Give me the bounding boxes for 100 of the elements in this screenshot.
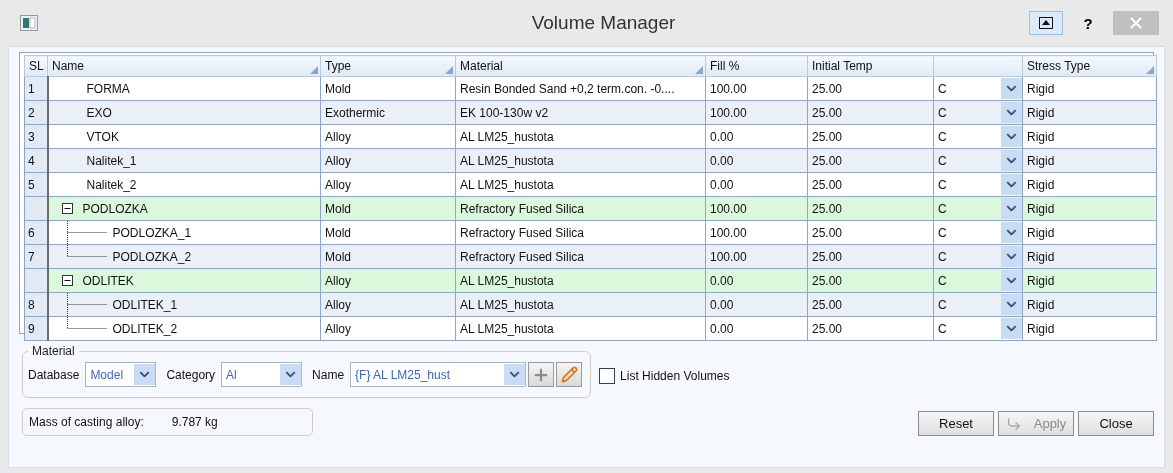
table-cell: AL LM25_hustota [455,124,706,149]
apply-icon [1005,415,1022,432]
table-cell: Rigid [1022,316,1157,341]
collapse-icon[interactable] [61,275,73,286]
unit-dropdown[interactable]: C [934,77,1022,100]
collapse-icon[interactable] [61,203,73,214]
table-cell: Rigid [1022,124,1157,149]
material-dropdown[interactable]: Model [85,362,157,387]
sort-icon [445,66,453,74]
table-cell: Rigid [1022,220,1157,245]
unit-dropdown[interactable]: C [934,197,1022,220]
row-number: 3 [24,124,48,149]
app-icon [20,15,38,31]
table-cell: Rigid [1022,100,1157,125]
collapse-button[interactable] [1029,11,1063,35]
column-header[interactable]: Fill % [705,55,808,77]
table-cell: Rigid [1022,268,1157,293]
material-dropdown[interactable]: {F} AL LM25_hust [350,362,527,387]
table-cell: Alloy [320,172,456,197]
close-button[interactable]: Close [1078,411,1154,436]
table-cell: 0.00 [705,292,808,317]
unit-dropdown[interactable]: C [934,293,1022,316]
column-header[interactable]: SL [24,55,48,77]
unit-dropdown[interactable]: C [934,317,1022,340]
row-number: 8 [24,292,48,317]
checkbox-label: List Hidden Volumes [620,369,730,383]
table-cell: 25.00 [807,268,934,293]
table-cell: Refractory Fused Silica [455,196,706,221]
table-cell: 25.00 [807,220,934,245]
table-cell: Rigid [1022,76,1157,101]
unit-dropdown[interactable]: C [934,245,1022,268]
reset-button[interactable]: Reset [918,411,994,436]
table-cell: Refractory Fused Silica [455,244,706,269]
table-cell: 25.00 [807,148,934,173]
table-cell: Resin Bonded Sand +0,2 term.con. -0.... [455,76,706,101]
table-cell: Rigid [1022,292,1157,317]
table-cell: Mold [320,196,456,221]
volume-name: FORMA [86,81,130,96]
unit-dropdown[interactable]: C [934,149,1022,172]
group-title: Material [31,344,76,358]
table-cell: 100.00 [705,220,808,245]
field-label: Database [28,367,80,382]
row-number: 2 [24,100,48,125]
add-button[interactable] [528,362,555,387]
table-cell: Alloy [320,268,456,293]
table-cell: Alloy [320,124,456,149]
table-cell: 0.00 [705,124,808,149]
row-number: 4 [24,148,48,173]
volume-name: ODLITEK_1 [112,297,178,312]
edit-button[interactable] [556,362,583,387]
volume-name: PODLOZKA_2 [112,249,192,264]
table-cell: 0.00 [705,268,808,293]
table-cell: AL LM25_hustota [455,268,706,293]
column-header[interactable]: Type [320,55,456,77]
table-cell: 100.00 [705,196,808,221]
mass-value: 9.787 kg [171,415,218,429]
unit-dropdown[interactable]: C [934,125,1022,148]
column-header[interactable]: Initial Temp [807,55,934,77]
table-cell: Rigid [1022,172,1157,197]
table-cell: 25.00 [807,292,934,317]
column-header[interactable]: Stress Type [1022,55,1157,77]
table-cell: Rigid [1022,148,1157,173]
table-cell: Exothermic [320,100,456,125]
unit-dropdown[interactable]: C [934,269,1022,292]
volume-name: EXO [86,105,112,120]
unit-dropdown[interactable]: C [934,221,1022,244]
volume-name: Nalitek_2 [86,177,137,192]
sort-icon [310,66,318,74]
unit-dropdown[interactable]: C [934,101,1022,124]
column-header[interactable]: Name [47,55,321,77]
table-cell: Alloy [320,316,456,341]
column-header[interactable]: Material [455,55,706,77]
table-cell: 25.00 [807,124,934,149]
table-cell: 25.00 [807,316,934,341]
material-dropdown[interactable]: Al [221,362,303,387]
sort-icon [1146,66,1154,74]
table-cell: Refractory Fused Silica [455,220,706,245]
table-cell: Alloy [320,148,456,173]
table-cell: 25.00 [807,100,934,125]
table-cell: 25.00 [807,196,934,221]
row-number: 7 [24,244,48,269]
volume-name: VTOK [86,129,119,144]
unit-dropdown[interactable]: C [934,173,1022,196]
row-number: 9 [24,316,48,341]
table-cell: 0.00 [705,172,808,197]
table-cell: EK 100-130w v2 [455,100,706,125]
table-cell: 25.00 [807,76,934,101]
table-cell: 100.00 [705,100,808,125]
table-cell: AL LM25_hustota [455,172,706,197]
help-button[interactable]: ? [1071,11,1105,35]
sort-icon [695,66,703,74]
table-cell: AL LM25_hustota [455,316,706,341]
table-cell: 100.00 [705,244,808,269]
table-cell: Rigid [1022,196,1157,221]
table-cell: Mold [320,76,456,101]
table-cell: Mold [320,220,456,245]
pencil-icon [560,366,578,383]
volume-name: ODLITEK_2 [112,321,178,336]
table-cell: Alloy [320,292,456,317]
checkbox[interactable] [599,368,616,384]
